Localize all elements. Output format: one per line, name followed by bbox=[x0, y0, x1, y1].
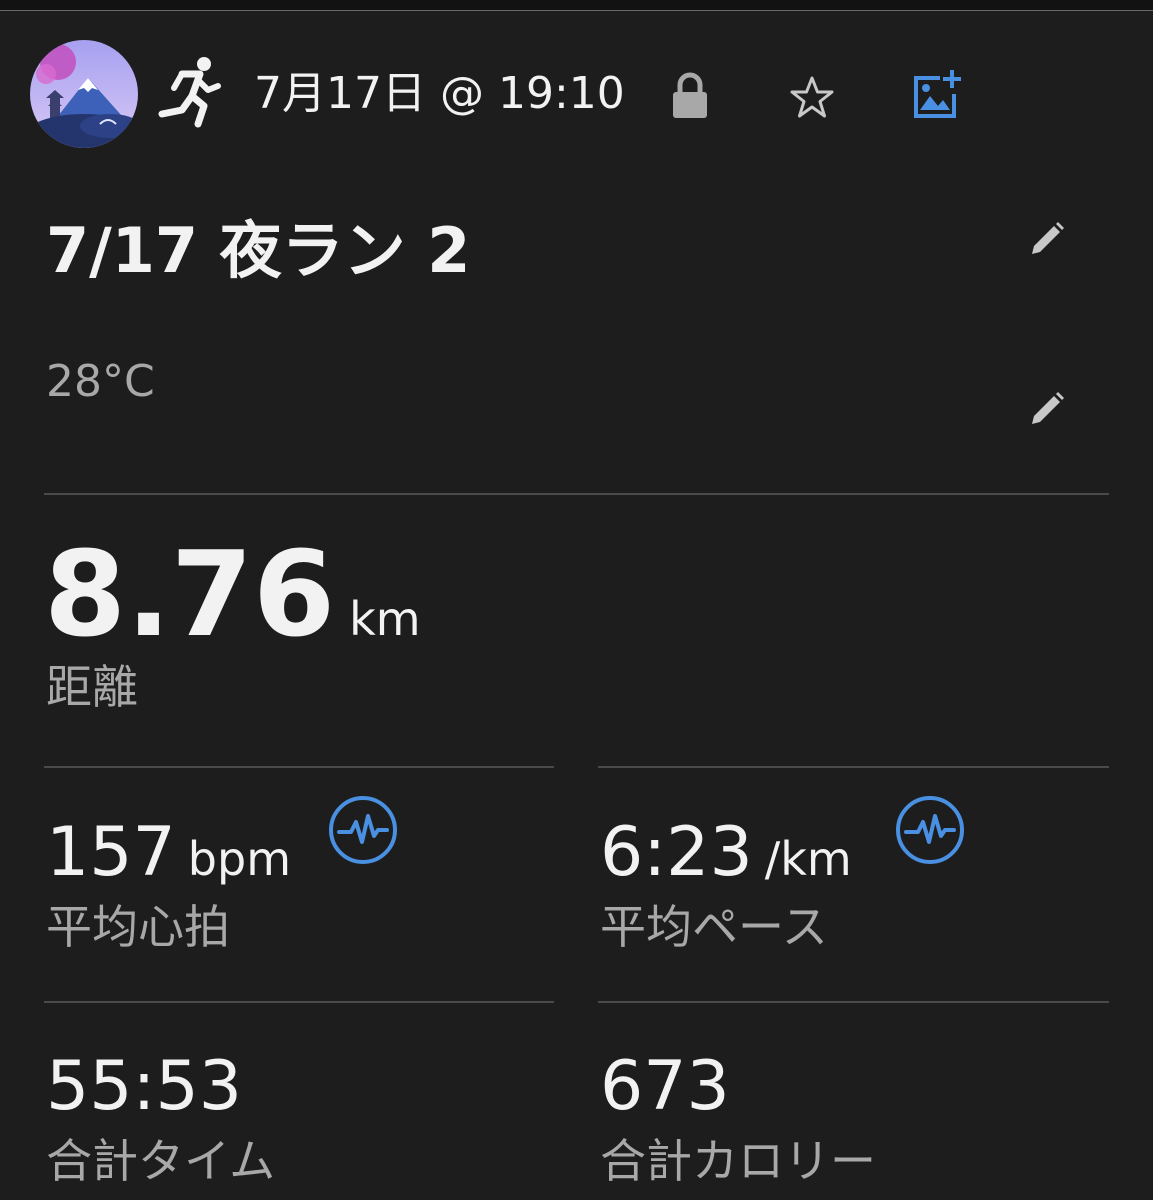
avg-hr-label: 平均心拍 bbox=[46, 900, 230, 954]
lock-icon[interactable] bbox=[670, 72, 710, 120]
avg-pace-unit: /km bbox=[764, 832, 852, 886]
star-icon[interactable] bbox=[788, 74, 836, 122]
avg-hr-number: 157 bbox=[46, 813, 176, 892]
avg-pace-label: 平均ペース bbox=[600, 900, 828, 954]
divider bbox=[44, 766, 554, 768]
avg-hr-unit: bpm bbox=[187, 832, 292, 886]
distance-number: 8.76 bbox=[44, 525, 336, 663]
activity-date: 7月17日 @ 19:10 bbox=[254, 68, 625, 119]
pace-chart-icon[interactable] bbox=[894, 794, 966, 866]
divider bbox=[44, 1001, 554, 1003]
avatar[interactable] bbox=[30, 40, 138, 148]
total-time-label: 合計タイム bbox=[46, 1134, 276, 1188]
distance-label: 距離 bbox=[46, 660, 138, 714]
total-time-value: 55:53 bbox=[46, 1047, 242, 1126]
total-calories-label: 合計カロリー bbox=[600, 1134, 876, 1188]
avg-hr-value: 157 bpm bbox=[46, 812, 291, 900]
divider bbox=[44, 493, 1109, 495]
weather-temperature: 28°C bbox=[46, 356, 155, 407]
total-calories-value: 673 bbox=[600, 1047, 730, 1126]
running-icon bbox=[152, 54, 228, 130]
top-border bbox=[0, 0, 1153, 11]
activity-title: 7/17 夜ラン 2 bbox=[46, 214, 471, 287]
distance-unit: km bbox=[349, 592, 421, 646]
hr-chart-icon[interactable] bbox=[327, 794, 399, 866]
edit-title-pencil-icon[interactable] bbox=[1026, 218, 1068, 260]
divider bbox=[598, 1001, 1109, 1003]
avg-pace-value: 6:23/km bbox=[600, 812, 852, 900]
divider bbox=[598, 766, 1109, 768]
add-photo-icon[interactable] bbox=[910, 68, 964, 122]
edit-weather-pencil-icon[interactable] bbox=[1026, 388, 1068, 430]
avg-pace-number: 6:23 bbox=[600, 813, 753, 892]
